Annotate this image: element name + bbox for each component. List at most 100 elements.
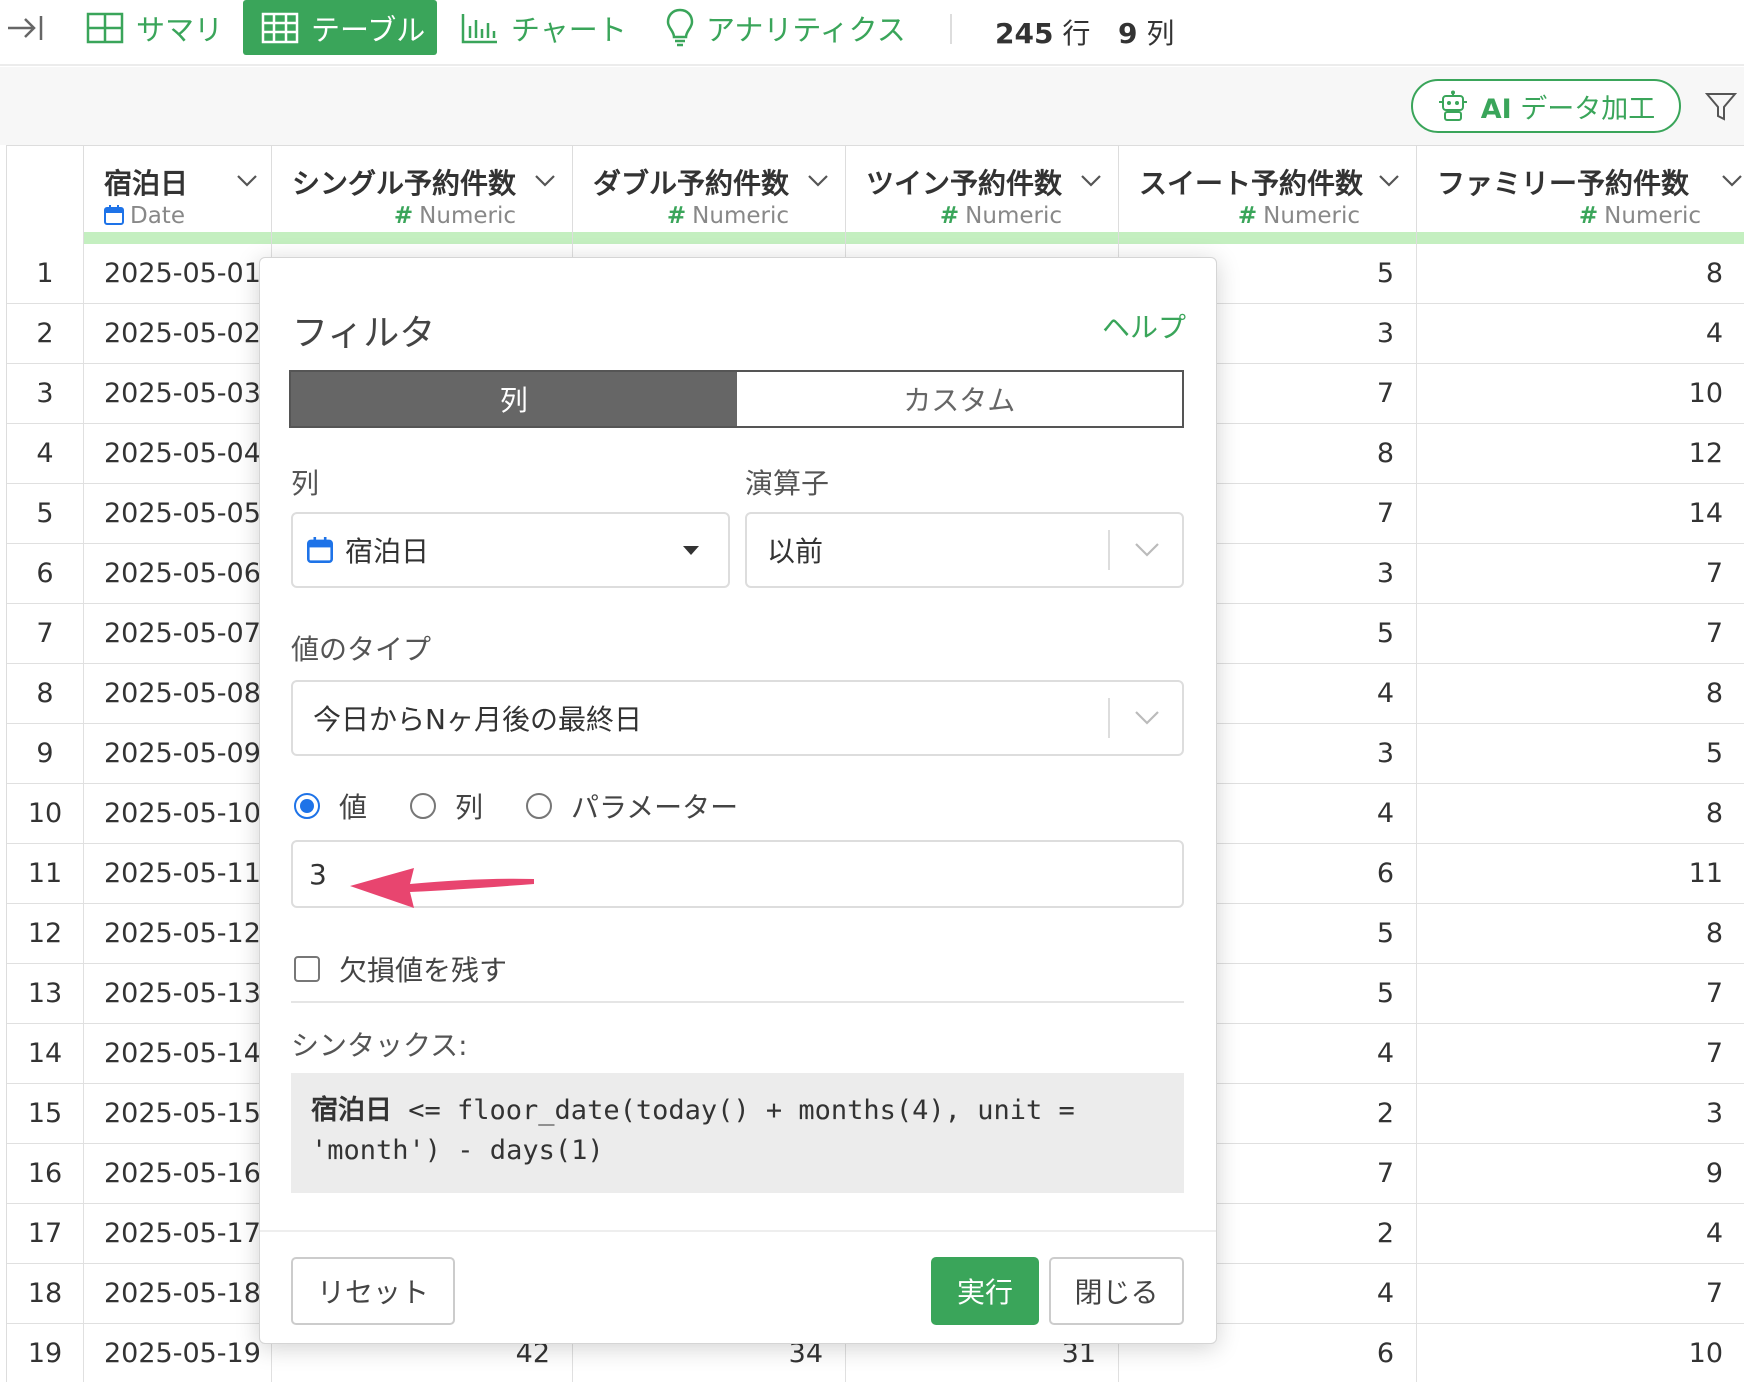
radio-value[interactable] [294, 793, 320, 819]
cell-family[interactable]: 12 [1417, 424, 1744, 484]
cell-date[interactable]: 2025-05-12 [84, 904, 272, 964]
column-quality-bar [272, 232, 572, 244]
row-index: 2 [7, 304, 84, 364]
column-header-family[interactable]: ファミリー予約件数 # Numeric [1417, 145, 1744, 244]
column-label: 列 [291, 467, 320, 500]
select-divider [1108, 698, 1110, 738]
tab-column-mode[interactable]: 列 [291, 372, 737, 426]
tab-analytics[interactable]: アナリティクス [648, 0, 924, 55]
cell-date[interactable]: 2025-05-16 [84, 1144, 272, 1204]
keep-missing-checkbox[interactable] [294, 956, 320, 982]
chevron-down-icon[interactable] [1080, 174, 1102, 188]
value-type-select[interactable]: 今日からNヶ月後の最終日 [291, 680, 1184, 756]
cell-family[interactable]: 8 [1417, 904, 1744, 964]
ai-data-processing-button[interactable]: AI データ加工 [1411, 79, 1681, 133]
column-title: シングル予約件数 [292, 167, 517, 200]
section-divider [291, 1001, 1184, 1003]
chevron-down-icon[interactable] [1721, 174, 1743, 188]
tab-table[interactable]: テーブル [243, 0, 437, 55]
reset-button[interactable]: リセット [291, 1257, 455, 1325]
calendar-icon [104, 205, 124, 225]
row-index: 8 [7, 664, 84, 724]
filter-icon[interactable] [1705, 91, 1737, 123]
cell-family[interactable]: 10 [1417, 1324, 1744, 1382]
cell-family[interactable]: 7 [1417, 544, 1744, 604]
cell-date[interactable]: 2025-05-14 [84, 1024, 272, 1084]
run-button[interactable]: 実行 [931, 1257, 1039, 1325]
cell-date[interactable]: 2025-05-11 [84, 844, 272, 904]
column-header-suite[interactable]: スイート予約件数 # Numeric [1119, 145, 1417, 244]
chevron-down-icon[interactable] [236, 174, 258, 188]
cell-family[interactable]: 3 [1417, 1084, 1744, 1144]
cell-date[interactable]: 2025-05-09 [84, 724, 272, 784]
cell-family[interactable]: 4 [1417, 304, 1744, 364]
cell-date[interactable]: 2025-05-07 [84, 604, 272, 664]
cell-date[interactable]: 2025-05-19 [84, 1324, 272, 1382]
column-header-twin[interactable]: ツイン予約件数 # Numeric [846, 145, 1119, 244]
radio-parameter[interactable] [526, 793, 552, 819]
cell-family[interactable]: 7 [1417, 1024, 1744, 1084]
tab-chart[interactable]: チャート [443, 0, 645, 55]
row-index: 18 [7, 1264, 84, 1324]
cell-date[interactable]: 2025-05-18 [84, 1264, 272, 1324]
column-count-value: 9 [1118, 17, 1138, 50]
cell-date[interactable]: 2025-05-17 [84, 1204, 272, 1264]
cell-family[interactable]: 5 [1417, 724, 1744, 784]
column-type-label: Numeric [1604, 203, 1701, 229]
column-header-double[interactable]: ダブル予約件数 # Numeric [573, 145, 846, 244]
cell-date[interactable]: 2025-05-15 [84, 1084, 272, 1144]
cell-date[interactable]: 2025-05-06 [84, 544, 272, 604]
chevron-down-icon[interactable] [534, 174, 556, 188]
cell-date[interactable]: 2025-05-13 [84, 964, 272, 1024]
cell-family[interactable]: 7 [1417, 964, 1744, 1024]
help-link[interactable]: ヘルプ [1102, 306, 1186, 346]
cell-date[interactable]: 2025-05-05 [84, 484, 272, 544]
chevron-down-icon[interactable] [1378, 174, 1400, 188]
column-type: # Numeric [1238, 203, 1360, 229]
cell-family[interactable]: 8 [1417, 664, 1744, 724]
cell-family[interactable]: 10 [1417, 364, 1744, 424]
cell-family[interactable]: 4 [1417, 1204, 1744, 1264]
chevron-down-icon[interactable] [807, 174, 829, 188]
cell-date[interactable]: 2025-05-02 [84, 304, 272, 364]
filter-dialog: フィルタ ヘルプ 列 カスタム 列 演算子 宿泊日 以前 値のタイプ 今日からN… [259, 257, 1217, 1344]
row-index: 17 [7, 1204, 84, 1264]
operator-select[interactable]: 以前 [745, 512, 1184, 588]
cell-family[interactable]: 7 [1417, 604, 1744, 664]
cell-family[interactable]: 7 [1417, 1264, 1744, 1324]
lightbulb-icon [666, 8, 694, 46]
column-header-date[interactable]: 宿泊日 Date [84, 145, 272, 244]
chart-icon [461, 13, 497, 43]
row-index: 6 [7, 544, 84, 604]
cell-date[interactable]: 2025-05-03 [84, 364, 272, 424]
column-count: 9 列 [1118, 12, 1174, 52]
ai-button-label: データ加工 [1520, 93, 1656, 125]
cell-family[interactable]: 11 [1417, 844, 1744, 904]
expand-sidebar-icon[interactable] [6, 12, 44, 44]
value-type-select-value: 今日からNヶ月後の最終日 [313, 703, 642, 736]
cell-date[interactable]: 2025-05-04 [84, 424, 272, 484]
tab-summary-label: サマリ [136, 12, 224, 47]
select-divider [1108, 530, 1110, 570]
cell-date[interactable]: 2025-05-01 [84, 244, 272, 304]
cell-family[interactable]: 14 [1417, 484, 1744, 544]
tab-custom-mode[interactable]: カスタム [737, 372, 1183, 426]
robot-icon [1438, 90, 1467, 121]
cell-family[interactable]: 9 [1417, 1144, 1744, 1204]
column-count-unit: 列 [1146, 17, 1175, 50]
cell-date[interactable]: 2025-05-10 [84, 784, 272, 844]
row-count-value: 245 [995, 17, 1054, 50]
cell-date[interactable]: 2025-05-08 [84, 664, 272, 724]
row-index: 9 [7, 724, 84, 784]
operator-select-value: 以前 [767, 535, 824, 568]
cell-family[interactable]: 8 [1417, 784, 1744, 844]
row-count: 245 行 [995, 12, 1090, 52]
radio-column[interactable] [410, 793, 436, 819]
tab-summary[interactable]: サマリ [68, 0, 241, 55]
close-button[interactable]: 閉じる [1049, 1257, 1184, 1325]
column-select[interactable]: 宿泊日 [291, 512, 730, 588]
syntax-preview: 宿泊日 <= floor_date(today() + months(4), u… [291, 1073, 1184, 1193]
cell-family[interactable]: 8 [1417, 244, 1744, 304]
column-header-single[interactable]: シングル予約件数 # Numeric [272, 145, 573, 244]
tab-table-label: テーブル [311, 12, 426, 47]
